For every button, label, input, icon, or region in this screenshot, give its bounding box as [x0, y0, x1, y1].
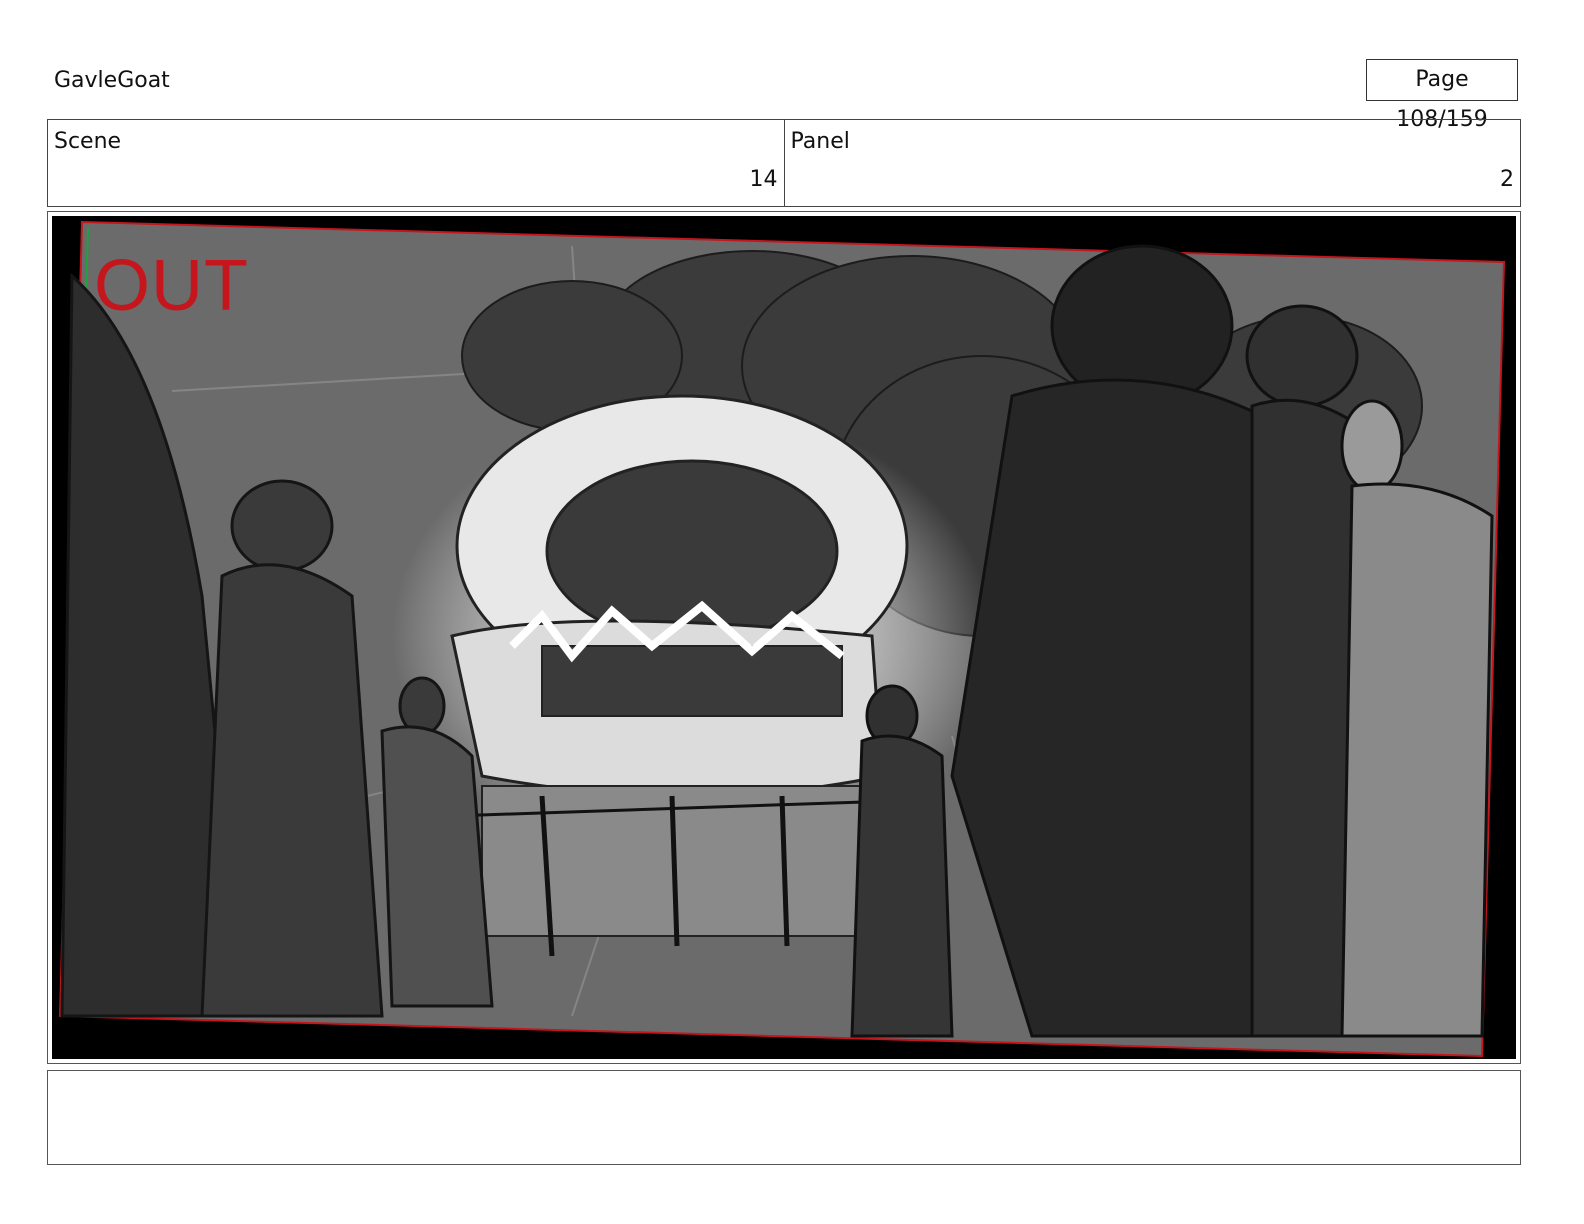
storyboard-sketch [52, 216, 1516, 1059]
storyboard-panel-image: OUT [52, 216, 1516, 1059]
scene-cell: Scene 14 [48, 120, 784, 206]
scene-panel-info-bar: Scene 14 Panel 2 [47, 119, 1521, 207]
scene-number: 14 [749, 167, 778, 192]
page-indicator: Page 108/159 [1366, 59, 1518, 132]
panel-label: Panel [790, 129, 850, 154]
out-overlay-label: OUT [94, 246, 249, 326]
storyboard-panel-frame: OUT [47, 211, 1521, 1064]
panel-number: 2 [1500, 167, 1514, 192]
project-title: GavleGoat [54, 68, 170, 93]
scene-label: Scene [54, 129, 122, 154]
panel-cell: Panel 2 [783, 120, 1521, 206]
notes-box[interactable] [47, 1070, 1521, 1165]
